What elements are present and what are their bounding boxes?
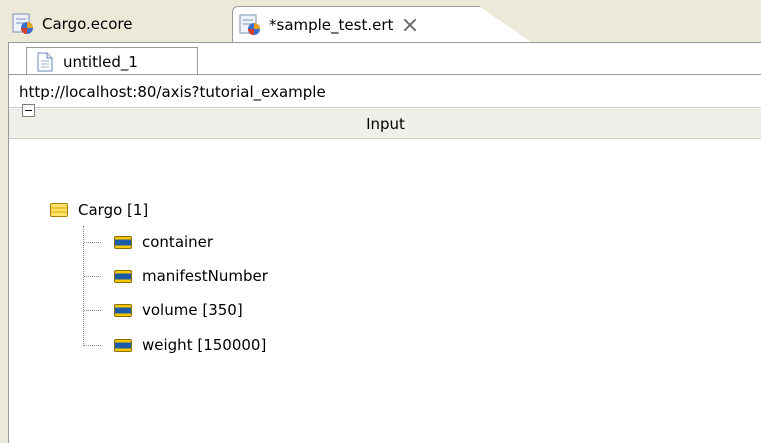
- tree-node-manifestnumber[interactable]: manifestNumber: [114, 262, 268, 290]
- tab-cargo-ecore[interactable]: Cargo.ecore: [6, 6, 228, 42]
- eattribute-icon: [114, 303, 132, 317]
- tree-node-container[interactable]: container: [114, 228, 213, 256]
- tab-label: *sample_test.ert: [269, 15, 394, 34]
- tree-connector: [83, 226, 84, 346]
- tree-node-label: weight [150000]: [142, 336, 267, 354]
- subtab-label: untitled_1: [63, 52, 138, 71]
- subtab-untitled-1[interactable]: untitled_1: [26, 47, 198, 75]
- sub-tab-bar: untitled_1: [9, 43, 761, 75]
- eattribute-icon: [114, 235, 132, 249]
- tree-connector: [84, 345, 101, 346]
- tab-sample-test-ert[interactable]: *sample_test.ert: [232, 6, 480, 42]
- input-tree: [9, 140, 761, 443]
- tree-connector: [84, 310, 101, 311]
- eattribute-icon: [114, 338, 132, 352]
- tree-node-label: manifestNumber: [142, 267, 268, 285]
- tree-node-weight[interactable]: weight [150000]: [114, 331, 266, 359]
- ecore-model-icon: [12, 13, 33, 34]
- tab-curve: [472, 6, 532, 43]
- collapse-toggle-icon[interactable]: [22, 104, 35, 117]
- editor-tab-bar: Cargo.ecore *sample_test.ert: [0, 0, 761, 43]
- tab-label: Cargo.ecore: [42, 15, 133, 33]
- tree-node-cargo[interactable]: Cargo [1]: [50, 196, 148, 224]
- tree-node-volume[interactable]: volume [350]: [114, 296, 243, 324]
- divider: [9, 74, 761, 75]
- eclass-icon: [50, 203, 68, 217]
- eattribute-icon: [114, 269, 132, 283]
- tree-connector: [84, 242, 101, 243]
- ert-file-icon: [239, 14, 260, 35]
- tree-connector: [84, 276, 101, 277]
- document-icon: [37, 52, 53, 71]
- tree-node-label: volume [350]: [142, 301, 243, 319]
- tree-node-label: container: [142, 233, 214, 251]
- url-text: http://localhost:80/axis?tutorial_exampl…: [9, 76, 761, 108]
- tree-node-label: Cargo [1]: [78, 201, 149, 219]
- input-column-header: Input: [9, 109, 761, 139]
- close-icon[interactable]: [403, 18, 417, 32]
